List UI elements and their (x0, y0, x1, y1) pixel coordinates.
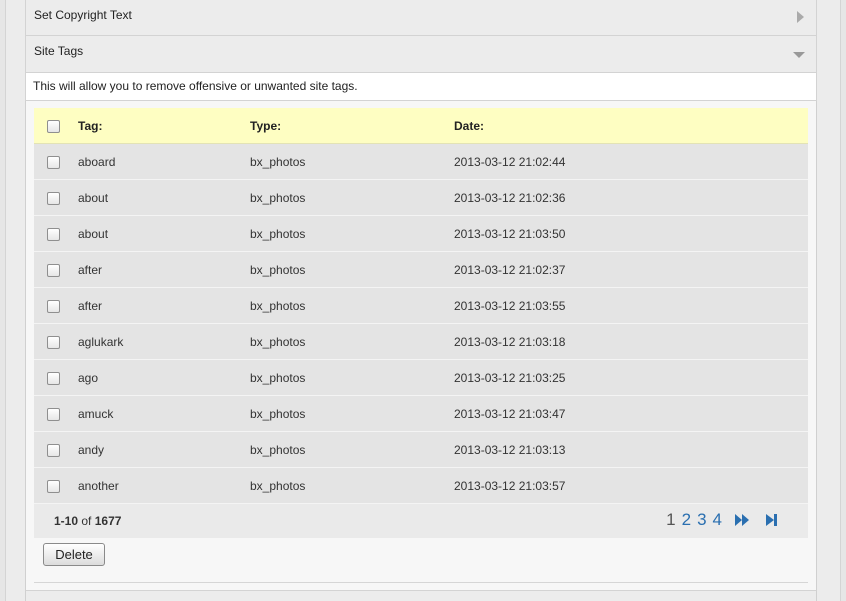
table-row: aglukark bx_photos 2013-03-12 21:03:18 (34, 324, 808, 360)
cell-date: 2013-03-12 21:02:36 (454, 190, 566, 205)
table-row: amuck bx_photos 2013-03-12 21:03:47 (34, 396, 808, 432)
cell-tag: aglukark (78, 334, 124, 349)
cell-date: 2013-03-12 21:03:47 (454, 406, 566, 421)
row-checkbox[interactable] (47, 228, 60, 241)
fast-forward-icon[interactable] (734, 513, 750, 527)
cell-type: bx_photos (250, 442, 306, 457)
skip-to-last-icon[interactable] (764, 513, 780, 527)
cell-type: bx_photos (250, 190, 306, 205)
column-header-tag: Tag: (78, 118, 103, 133)
delete-button[interactable]: Delete (43, 543, 105, 566)
section-header-copyright[interactable]: Set Copyright Text (25, 0, 817, 36)
row-checkbox[interactable] (47, 336, 60, 349)
cell-type: bx_photos (250, 298, 306, 313)
actions-bar: Delete (34, 543, 105, 566)
column-header-date: Date: (454, 118, 485, 133)
column-header-type: Type: (250, 118, 282, 133)
section-description: This will allow you to remove offensive … (25, 73, 817, 101)
table-row: another bx_photos 2013-03-12 21:03:57 (34, 468, 808, 504)
tags-table: Tag: Type: Date: aboard bx_photos 2013-0… (34, 108, 808, 538)
table-row: after bx_photos 2013-03-12 21:03:55 (34, 288, 808, 324)
page-link-1: 1 (666, 510, 676, 529)
cell-tag: andy (78, 442, 105, 457)
section-title: Site Tags (34, 44, 84, 58)
row-checkbox[interactable] (47, 372, 60, 385)
total-count: 1677 (94, 514, 122, 528)
cell-tag: about (78, 226, 109, 241)
range-of-label: of (81, 514, 92, 528)
table-footer: 1-10 of 1677 1 2 3 4 (34, 504, 808, 538)
row-checkbox[interactable] (47, 444, 60, 457)
row-checkbox[interactable] (47, 264, 60, 277)
table-row: after bx_photos 2013-03-12 21:02:37 (34, 252, 808, 288)
table-header-row: Tag: Type: Date: (34, 108, 808, 144)
table-row: ago bx_photos 2013-03-12 21:03:25 (34, 360, 808, 396)
row-checkbox[interactable] (47, 480, 60, 493)
page-link-4[interactable]: 4 (713, 510, 722, 530)
result-range: 1-10 of 1677 (54, 514, 121, 528)
cell-date: 2013-03-12 21:02:44 (454, 154, 566, 169)
cell-tag: aboard (78, 154, 116, 169)
cell-type: bx_photos (250, 262, 306, 277)
divider (34, 582, 808, 583)
cell-type: bx_photos (250, 334, 306, 349)
pagination: 1 2 3 4 (660, 510, 780, 530)
cell-tag: amuck (78, 406, 114, 421)
select-all-checkbox[interactable] (47, 120, 60, 133)
next-section-header (25, 590, 817, 601)
cell-tag: another (78, 478, 119, 493)
cell-date: 2013-03-12 21:03:25 (454, 370, 566, 385)
cell-tag: after (78, 298, 103, 313)
cell-type: bx_photos (250, 370, 306, 385)
row-checkbox[interactable] (47, 156, 60, 169)
cell-type: bx_photos (250, 406, 306, 421)
cell-type: bx_photos (250, 478, 306, 493)
range-value: 1-10 (54, 514, 79, 528)
table-row: about bx_photos 2013-03-12 21:02:36 (34, 180, 808, 216)
cell-tag: after (78, 262, 103, 277)
row-checkbox[interactable] (47, 192, 60, 205)
table-row: andy bx_photos 2013-03-12 21:03:13 (34, 432, 808, 468)
cell-tag: about (78, 190, 109, 205)
cell-date: 2013-03-12 21:03:18 (454, 334, 566, 349)
cell-type: bx_photos (250, 154, 306, 169)
cell-date: 2013-03-12 21:02:37 (454, 262, 566, 277)
row-checkbox[interactable] (47, 408, 60, 421)
page-link-2[interactable]: 2 (682, 510, 691, 530)
cell-tag: ago (78, 370, 99, 385)
cell-date: 2013-03-12 21:03:55 (454, 298, 566, 313)
cell-type: bx_photos (250, 226, 306, 241)
row-checkbox[interactable] (47, 300, 60, 313)
section-header-site-tags[interactable]: Site Tags (25, 36, 817, 73)
cell-date: 2013-03-12 21:03:13 (454, 442, 566, 457)
arrow-right-icon (797, 11, 804, 23)
table-row: aboard bx_photos 2013-03-12 21:02:44 (34, 144, 808, 180)
cell-date: 2013-03-12 21:03:50 (454, 226, 566, 241)
table-row: about bx_photos 2013-03-12 21:03:50 (34, 216, 808, 252)
page-link-3[interactable]: 3 (697, 510, 706, 530)
cell-date: 2013-03-12 21:03:57 (454, 478, 566, 493)
arrow-down-icon (793, 52, 805, 58)
section-title: Set Copyright Text (34, 7, 132, 22)
